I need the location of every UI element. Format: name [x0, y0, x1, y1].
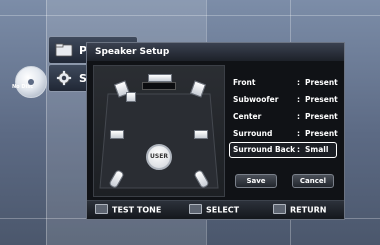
gear-icon — [56, 70, 72, 86]
speaker-layout-diagram: USER — [93, 65, 225, 197]
dialog-title: Speaker Setup — [87, 43, 344, 61]
setting-value: Present — [305, 129, 338, 138]
setting-label: Surround Back — [233, 145, 296, 154]
footer-label: TEST TONE — [112, 205, 162, 215]
folder-icon — [55, 43, 73, 57]
setting-label: Front — [233, 78, 256, 87]
subwoofer-icon — [126, 92, 136, 102]
save-button[interactable]: Save — [235, 174, 277, 188]
footer-select[interactable]: SELECT — [189, 204, 240, 215]
tv-screen-icon — [142, 82, 176, 90]
setting-row-subwoofer[interactable]: Subwoofer : Present — [233, 92, 338, 108]
footer-test-tone[interactable]: TEST TONE — [95, 204, 162, 215]
disc-icon — [15, 66, 47, 98]
menu-divider — [46, 0, 47, 245]
setting-row-surround[interactable]: Surround : Present — [233, 126, 338, 142]
surround-right-speaker-icon — [194, 130, 208, 139]
red-key-icon — [95, 204, 108, 214]
cancel-button[interactable]: Cancel — [292, 174, 334, 188]
setting-value: Small — [305, 145, 329, 154]
setting-value: Present — [305, 95, 338, 104]
footer-return[interactable]: RETURN — [273, 204, 327, 215]
setting-separator: : — [297, 112, 300, 121]
user-position-icon: USER — [146, 144, 172, 170]
dialog-footer: TEST TONE SELECT RETURN — [87, 200, 344, 219]
setting-label: Surround — [233, 129, 273, 138]
setting-separator: : — [297, 129, 300, 138]
setting-separator: : — [297, 78, 300, 87]
setting-value: Present — [305, 78, 338, 87]
setting-row-front[interactable]: Front : Present — [233, 75, 338, 91]
setting-label: Center — [233, 112, 262, 121]
setting-row-surround-back[interactable]: Surround Back : Small — [229, 142, 337, 158]
footer-label: RETURN — [290, 205, 327, 215]
surround-left-speaker-icon — [110, 130, 124, 139]
menu-divider — [0, 15, 380, 16]
center-speaker-icon — [148, 74, 172, 82]
setting-value: Present — [305, 112, 338, 121]
disc-status: No Disc — [12, 84, 34, 90]
enter-key-icon — [189, 204, 202, 214]
speaker-setup-dialog: Speaker Setup USER Front : Present Subwo… — [86, 42, 345, 220]
setting-label: Subwoofer — [233, 95, 279, 104]
setting-separator: : — [297, 145, 300, 154]
footer-label: SELECT — [206, 205, 240, 215]
return-key-icon — [273, 204, 286, 214]
setting-separator: : — [297, 95, 300, 104]
setting-row-center[interactable]: Center : Present — [233, 109, 338, 125]
